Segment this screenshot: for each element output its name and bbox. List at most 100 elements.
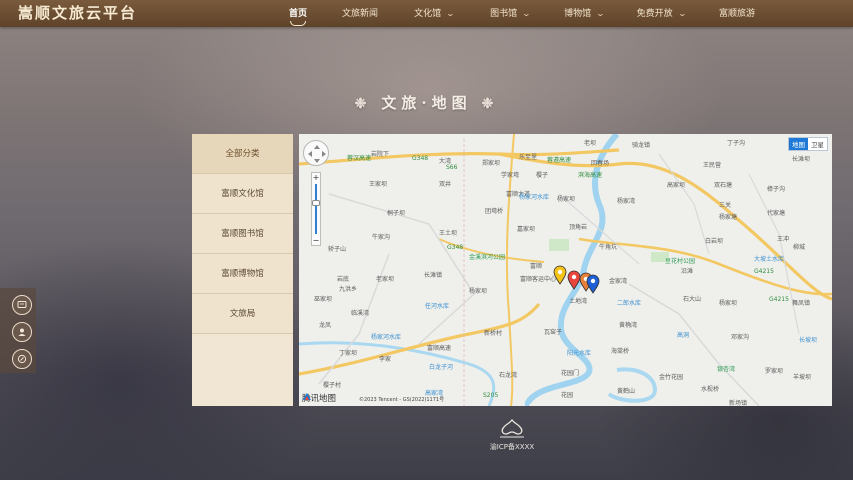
map-place-label: 杨家坝 [557, 196, 576, 203]
category-all[interactable]: 全部分类 [192, 134, 293, 174]
category-tourism-bureau[interactable]: 文旅局 [192, 294, 293, 334]
map-road-badge: G4215 [754, 268, 774, 275]
chevron-down-icon: ⌄ [677, 8, 687, 18]
map-place-label: 杨家湾 [617, 198, 636, 205]
top-button[interactable] [12, 349, 32, 369]
map-place-label: 巫家坝 [314, 296, 333, 303]
map-road-label: 蓉遵高速 [547, 157, 572, 164]
map-view[interactable]: 蓉汉高速 岩院下 G348 大湾 S66 郑家坝 乐至里 蓉遵高速 老坝 骑龙镇… [299, 134, 832, 406]
user-icon [18, 328, 26, 336]
zoom-control[interactable]: + − [311, 172, 321, 246]
map-place-label: 新桥村 [484, 330, 503, 337]
map-type-map-button[interactable]: 地图 [789, 138, 808, 150]
map-place-label: 白岩坝 [705, 238, 724, 245]
user-button[interactable] [12, 322, 32, 342]
category-museum[interactable]: 富顺博物馆 [192, 254, 293, 294]
map-place-label: 杨家坝 [469, 288, 488, 295]
snowflake-ornament-icon: ❉ [481, 96, 499, 112]
map-place-label: 杨家塘 [719, 214, 738, 221]
map-place-label: 骑龙镇 [632, 142, 651, 149]
category-library[interactable]: 富顺图书馆 [192, 214, 293, 254]
top-nav-bar: 嵩顺文旅云平台 首页 文旅新闻 文化馆 ⌄ 图书馆 ⌄ 博物馆 ⌄ 免费开放 ⌄… [0, 0, 853, 27]
map-place-label: 金竹花园 [659, 374, 684, 381]
map-place-label: 桐子坝 [387, 210, 406, 217]
map-place-label: 回春场 [591, 160, 610, 167]
map-place-label: 乐至里 [519, 154, 538, 161]
category-panel: 全部分类 富顺文化馆 富顺图书馆 富顺博物馆 文旅局 [192, 134, 293, 406]
map-place-label: 樱子 [536, 172, 549, 179]
map-place-label: 土地湾 [569, 298, 588, 305]
message-button[interactable] [12, 295, 32, 315]
nav-label: 富顺旅游 [718, 8, 755, 19]
map-place-label: 罗家坝 [765, 368, 784, 375]
category-culture-center[interactable]: 富顺文化馆 [192, 174, 293, 214]
nav-label: 图书馆 [490, 8, 518, 19]
map-pin-icon[interactable] [586, 274, 600, 294]
map-place-label: 丁家坝 [339, 350, 358, 357]
map-water-label: 杨家河水库 [371, 334, 402, 341]
zoom-out-button[interactable]: − [312, 236, 320, 245]
compass-icon [17, 354, 27, 364]
map-type-toggle: 地图 卫星 [788, 137, 828, 151]
map-place-label: 学家塆 [501, 172, 520, 179]
map-place-label: 羊坡坝 [793, 374, 812, 381]
map-place-label: 水枧桥 [701, 386, 720, 393]
zoom-in-button[interactable]: + [312, 173, 320, 182]
nav-item-free-open[interactable]: 免费开放 ⌄ [620, 0, 702, 27]
chevron-down-icon: ⌄ [595, 8, 606, 18]
nav-item-library[interactable]: 图书馆 ⌄ [472, 0, 548, 27]
map-place-label: 临溪湾 [351, 310, 370, 317]
nav-item-home[interactable]: 首页 [272, 0, 324, 27]
map-place-label: 龙凤 [319, 322, 332, 329]
message-icon [17, 301, 27, 308]
map-place-label: 代家塘 [767, 210, 786, 217]
map-place-label: 花园 [561, 392, 574, 399]
map-place-label: 高家坝 [667, 182, 686, 189]
map-place-label: 花园门 [561, 370, 580, 377]
map-copyright: ©2023 Tencent - GS(2022)1171号 [359, 397, 445, 403]
nav-item-culture-center[interactable]: 文化馆 ⌄ [396, 0, 472, 27]
map-place-label: 王民营 [703, 162, 722, 169]
map-place-label: 石龙湾 [499, 372, 518, 379]
map-type-satellite-button[interactable]: 卫星 [808, 138, 827, 150]
chevron-down-icon: ⌄ [445, 8, 456, 18]
nav-label: 文旅新闻 [341, 8, 378, 19]
map-place-label: 丁子沟 [727, 140, 746, 147]
map-place-label: 杨家坝 [719, 300, 738, 307]
map-place-label: 牛家沟 [372, 234, 391, 241]
active-indicator-icon [290, 21, 306, 26]
page-title: ❉ 文旅·地图 ❉ [0, 92, 853, 113]
tencent-map-icon [303, 393, 311, 400]
map-place-label: 王冲 [777, 236, 790, 243]
nav-item-tourism[interactable]: 富顺旅游 [702, 0, 772, 27]
map-place-label: 团塆桥 [485, 208, 504, 215]
map-water-label: 任河水库 [425, 303, 450, 310]
map-place-label: 海棠桥 [611, 348, 630, 355]
footer-text: 渝ICP备XXXX [489, 443, 535, 451]
pan-arrows-icon [308, 145, 326, 163]
pan-control[interactable] [303, 140, 329, 166]
map-road-label: 滨海高速 [578, 172, 603, 179]
nav-item-news[interactable]: 文旅新闻 [324, 0, 396, 27]
map-place-label: 黄鹤山 [617, 388, 636, 395]
nav-item-museum[interactable]: 博物馆 ⌄ [548, 0, 620, 27]
map-place-label: 郑家坝 [482, 160, 501, 167]
site-logo[interactable]: 嵩顺文旅云平台 [18, 3, 137, 24]
map-place-label: 轿子山 [328, 246, 347, 253]
map-place-label: 瓦窑子 [544, 329, 563, 336]
map-pin-icon[interactable] [553, 265, 567, 285]
map-place-label: 邓家沟 [731, 334, 750, 341]
map-place-label: 樟子沟 [767, 186, 786, 193]
map-place-label: 顶角岩 [569, 224, 588, 231]
map-place-label: 老家坝 [376, 276, 395, 283]
map-place-label: 岩底 [337, 276, 350, 283]
zoom-slider-handle[interactable] [312, 200, 320, 206]
map-place-label: 李家 [379, 356, 392, 363]
map-place-label: 石大山 [683, 296, 702, 303]
map-place-label: 嘉家坝 [517, 226, 536, 233]
map-road-badge: S66 [446, 164, 458, 171]
nav-label: 文化馆 [414, 8, 442, 19]
map-park-label: 金溪滨河公园 [469, 254, 506, 261]
snowflake-ornament-icon: ❉ [354, 96, 372, 112]
map-road-label: 蓉汉高速 [347, 155, 372, 162]
